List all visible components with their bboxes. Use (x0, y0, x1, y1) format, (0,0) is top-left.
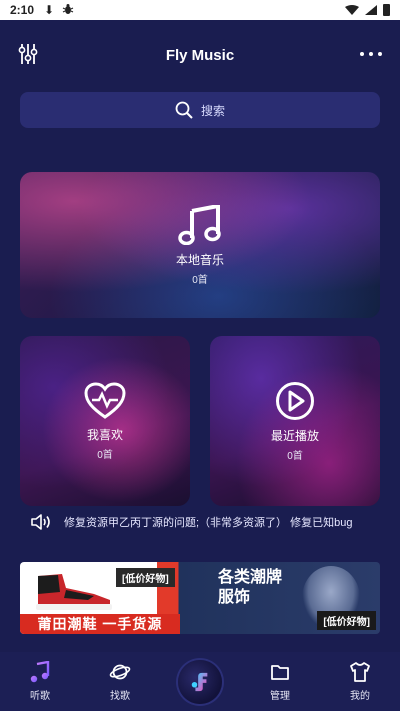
shirt-icon (350, 662, 370, 682)
recent-count: 0首 (287, 450, 303, 462)
battery-icon (383, 4, 390, 16)
planet-icon (109, 664, 131, 680)
heart-icon (84, 381, 126, 419)
nav-label-listen: 听歌 (30, 691, 50, 702)
folder-icon (271, 665, 289, 680)
notice-text: 修复资源甲乙丙丁源的问题;（非常多资源了） 修复已知bug (64, 517, 353, 529)
signal-icon (365, 5, 377, 15)
local-music-card[interactable]: 本地音乐 0首 (20, 172, 380, 318)
status-time: 2:10 (10, 3, 35, 17)
favorite-count: 0首 (97, 449, 113, 461)
download-icon: ⬇ (44, 3, 55, 17)
nav-label-mine: 我的 (350, 691, 370, 702)
notice-bar[interactable]: 修复资源甲乙丙丁源的问题;（非常多资源了） 修复已知bug (30, 510, 380, 534)
speaker-icon (31, 514, 50, 530)
bottom-nav: 听歌 找歌 管理 我的 (0, 652, 400, 711)
recent-card[interactable]: 最近播放 0首 (210, 336, 380, 506)
equalizer-icon[interactable] (18, 43, 38, 65)
favorite-label: 我喜欢 (86, 427, 123, 442)
app-title: Fly Music (165, 46, 235, 64)
app-header: Fly Music (0, 20, 400, 90)
banner-bottom-left: 莆田潮鞋 一手货源 (20, 614, 180, 634)
music-icon (30, 661, 50, 683)
local-music-count: 0首 (192, 274, 208, 286)
nav-label-manage: 管理 (270, 691, 290, 702)
banner-tag-left: [低价好物] (116, 568, 175, 587)
nav-item-mine[interactable]: 我的 (325, 661, 395, 702)
nav-item-center[interactable] (165, 659, 235, 704)
favorite-card[interactable]: 我喜欢 0首 (20, 336, 190, 506)
nav-item-find[interactable]: 找歌 (85, 661, 155, 702)
sneaker-image (36, 574, 112, 610)
search-icon (175, 101, 193, 119)
nav-item-manage[interactable]: 管理 (245, 661, 315, 702)
fly-logo-icon (178, 659, 222, 704)
local-music-label: 本地音乐 (175, 252, 224, 267)
banner-headline: 各类潮牌 服饰 (218, 568, 282, 608)
wifi-icon (345, 5, 359, 15)
search-placeholder: 搜索 (200, 103, 225, 118)
nav-label-find: 找歌 (110, 691, 130, 702)
music-note-icon (178, 204, 221, 245)
play-icon (276, 381, 314, 420)
banner-headline-1: 各类潮牌 (218, 569, 283, 586)
more-icon[interactable] (360, 52, 382, 56)
recent-label: 最近播放 (270, 428, 319, 443)
nav-item-listen[interactable]: 听歌 (5, 661, 75, 702)
search-bar[interactable]: 搜索 (20, 92, 380, 128)
ad-banner[interactable]: [低价好物] 莆田潮鞋 一手货源 各类潮牌 服饰 [低价好物] (20, 562, 380, 634)
banner-headline-2: 服饰 (218, 589, 251, 606)
banner-tag-right: [低价好物] (317, 611, 376, 630)
status-bar: 2:10 ⬇ (0, 0, 400, 20)
bug-icon (62, 3, 74, 18)
